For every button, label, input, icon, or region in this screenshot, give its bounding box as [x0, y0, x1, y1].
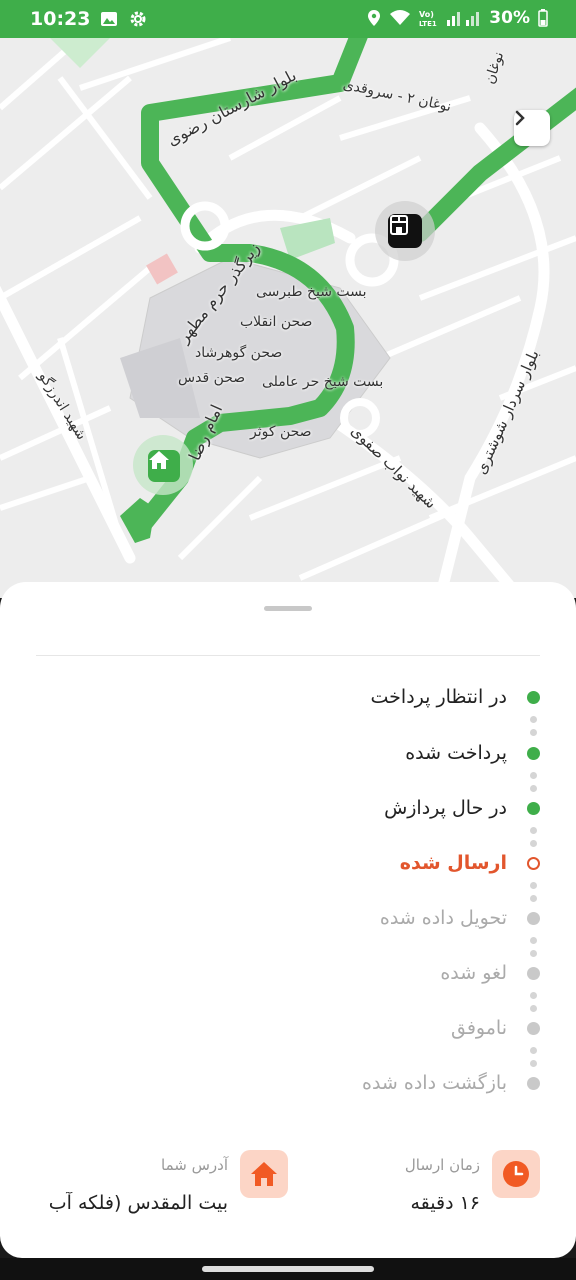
status-step-cancelled: لغو شده	[440, 958, 540, 988]
status-time: 10:23	[30, 8, 91, 30]
location-icon	[368, 10, 381, 26]
step-done-dot	[527, 746, 540, 760]
settings-icon	[130, 11, 146, 27]
status-step-awaiting-payment: در انتظار پرداخت	[371, 682, 540, 712]
send-time-value: ۱۶ دقیقه	[410, 1192, 480, 1214]
battery-percent: 30%	[489, 8, 530, 28]
svg-text:LTE1: LTE1	[419, 20, 437, 27]
step-label: پرداخت شده	[405, 742, 507, 764]
status-bar: 10:23 Vo) LTE1 30%	[0, 0, 576, 38]
map-view[interactable]: بلوار شارستان رضوی نوغان ۲ - سروقدی نوغا…	[0, 38, 576, 598]
image-icon	[101, 12, 118, 26]
home-marker-icon[interactable]	[148, 450, 180, 482]
step-pending-dot	[527, 1021, 540, 1035]
map-label: صحن گوهرشاد	[195, 345, 283, 361]
clock-icon	[492, 1150, 540, 1198]
step-label: ناموفق	[451, 1017, 507, 1039]
status-step-delivered: تحویل داده شده	[380, 903, 540, 933]
step-label: در حال پردازش	[384, 797, 507, 819]
step-pending-dot	[527, 1076, 540, 1090]
status-step-returned: بازگشت داده شده	[362, 1068, 540, 1098]
step-done-dot	[527, 690, 540, 704]
step-label: لغو شده	[440, 962, 507, 984]
address-label: آدرس شما	[161, 1156, 228, 1174]
home-gesture-pill[interactable]	[202, 1266, 374, 1272]
send-time-label: زمان ارسال	[404, 1156, 480, 1174]
status-step-shipped: ارسال شده	[400, 848, 540, 878]
step-label: ارسال شده	[399, 852, 507, 874]
store-marker-icon[interactable]	[388, 214, 422, 248]
order-status-sheet: در انتظار پرداخت پرداخت شده در حال پرداز…	[0, 582, 576, 1258]
step-label: در انتظار پرداخت	[370, 686, 507, 708]
step-current-dot	[527, 856, 540, 870]
address-value: بیت المقدس (فلکه آب	[48, 1192, 228, 1214]
map-label: صحن کوثر	[250, 424, 312, 440]
map-label: صحن انقلاب	[240, 314, 313, 330]
map-label: بست شیخ طبرسی	[256, 284, 367, 300]
step-label: بازگشت داده شده	[362, 1072, 507, 1094]
divider	[36, 655, 540, 656]
status-step-processing: در حال پردازش	[384, 793, 540, 823]
sheet-drag-handle[interactable]	[264, 606, 312, 611]
volte-icon: Vo)LTE1	[419, 10, 437, 27]
step-pending-dot	[527, 966, 540, 980]
battery-icon	[538, 9, 548, 27]
system-navigation-bar	[0, 1258, 576, 1280]
expand-map-button[interactable]	[514, 110, 550, 146]
map-label: صحن قدس	[178, 370, 246, 386]
step-pending-dot	[527, 911, 540, 925]
map-label: بست شیخ حر عاملی	[262, 374, 384, 390]
signal-icon	[447, 12, 480, 26]
wifi-icon	[390, 10, 411, 25]
status-step-paid: پرداخت شده	[405, 738, 540, 768]
svg-text:Vo): Vo)	[419, 10, 434, 19]
step-label: تحویل داده شده	[379, 907, 507, 929]
chevron-right-icon	[515, 110, 525, 126]
step-done-dot	[527, 801, 540, 815]
status-step-failed: ناموفق	[451, 1013, 540, 1043]
home-icon	[240, 1150, 288, 1198]
